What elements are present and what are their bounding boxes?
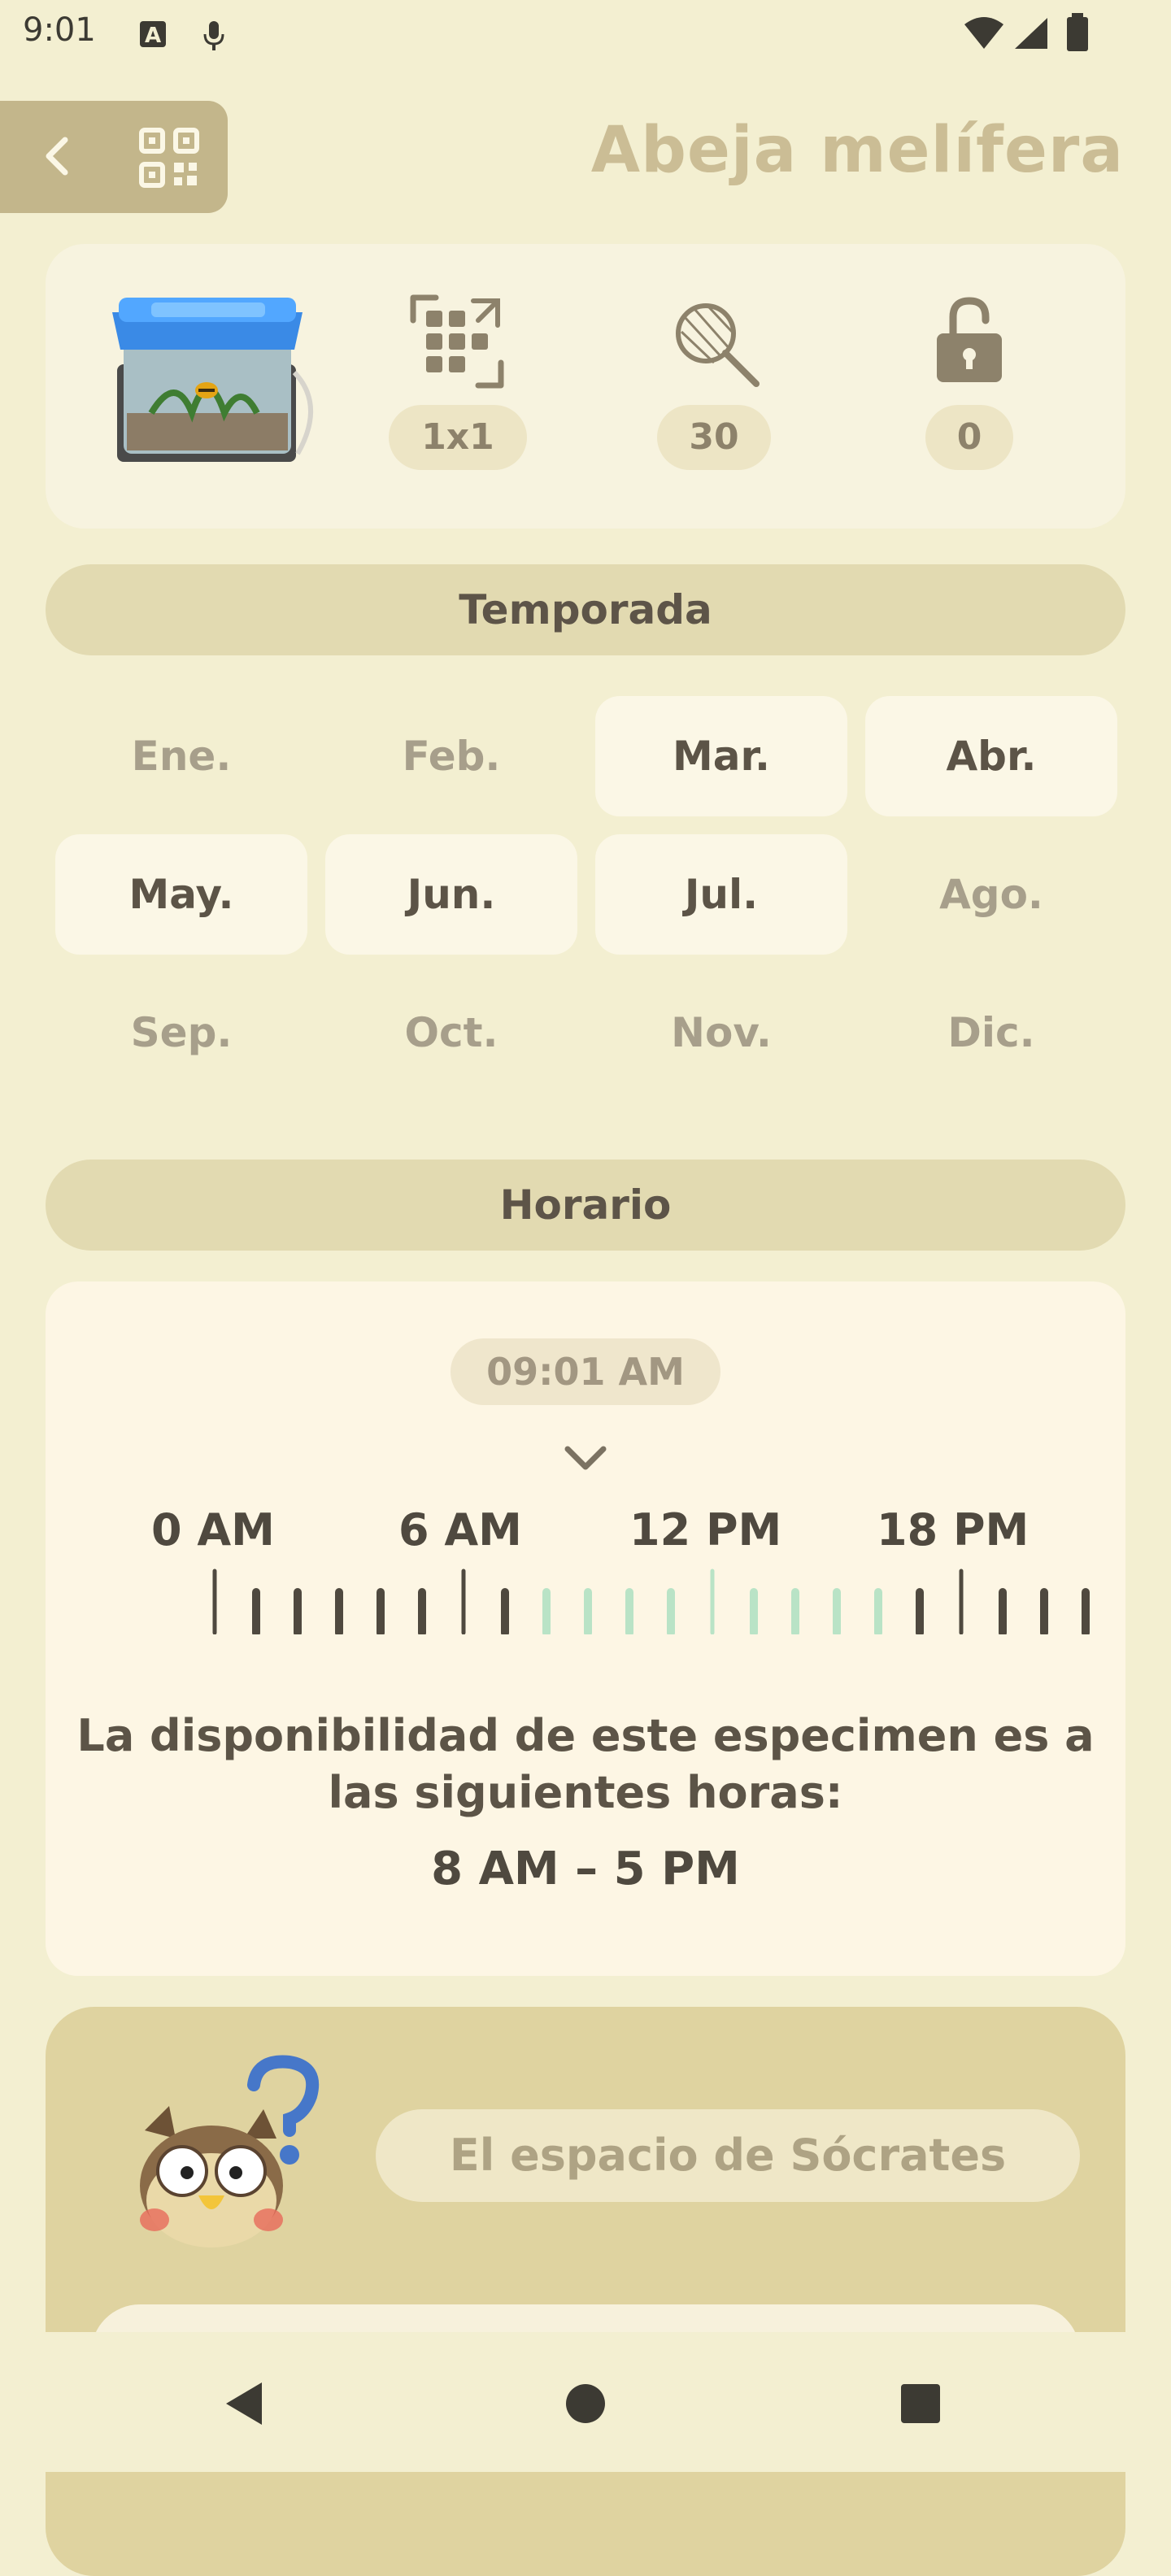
tick-label-12: 12 PM <box>629 1504 782 1556</box>
page-title: Abeja melífera <box>590 114 1124 187</box>
resize-grid-icon <box>410 294 504 389</box>
schedule-header: Horario <box>46 1160 1125 1251</box>
month-oct: Oct. <box>404 1009 498 1056</box>
blathers-owl-icon <box>140 2055 320 2247</box>
chevron-left-icon[interactable] <box>33 130 85 182</box>
month-feb: Feb. <box>402 733 501 780</box>
month-abr: Abr. <box>865 696 1117 816</box>
availability-hours: 8 AM – 5 PM <box>431 1843 740 1895</box>
keyboard-a-icon: A <box>140 21 166 48</box>
mic-icon <box>203 21 224 50</box>
tick-label-0: 0 AM <box>151 1504 275 1556</box>
bug-net-icon <box>676 303 760 387</box>
month-jun: Jun. <box>325 834 577 955</box>
signal-icon <box>1015 18 1047 49</box>
month-mar: Mar. <box>595 696 847 816</box>
nav-home-icon[interactable] <box>564 2382 607 2425</box>
month-jul: Jul. <box>595 834 847 955</box>
hour-timeline <box>212 1569 1090 1634</box>
current-time-chip: 09:01 AM <box>451 1338 720 1405</box>
month-sep: Sep. <box>130 1009 233 1056</box>
month-ago: Ago. <box>939 871 1043 918</box>
season-header: Temporada <box>46 564 1125 655</box>
unlock-icon <box>937 297 1002 382</box>
month-nov: Nov. <box>671 1009 772 1056</box>
chevron-down-icon <box>564 1446 607 1470</box>
tick-label-18: 18 PM <box>877 1504 1030 1556</box>
tick-label-6: 6 AM <box>398 1504 522 1556</box>
month-may: May. <box>55 834 307 955</box>
wifi-icon <box>964 17 1003 49</box>
catch-count-chip: 30 <box>657 405 771 470</box>
availability-text: La disponibilidad de este especimen es a… <box>76 1710 1095 1818</box>
unlock-count-chip: 0 <box>925 405 1013 470</box>
bug-cage-bee-image <box>112 298 314 462</box>
qr-code-icon[interactable] <box>138 127 200 189</box>
battery-icon <box>1067 13 1088 51</box>
month-dic: Dic. <box>947 1009 1035 1056</box>
svg-text:A: A <box>145 24 161 48</box>
nav-back-icon[interactable] <box>221 2379 267 2428</box>
month-ene: Ene. <box>131 733 232 780</box>
museum-button[interactable]: El espacio de Sócrates <box>376 2109 1080 2202</box>
nav-recents-icon[interactable] <box>899 2382 942 2425</box>
size-chip: 1x1 <box>389 405 527 470</box>
status-time: 9:01 <box>23 11 96 49</box>
